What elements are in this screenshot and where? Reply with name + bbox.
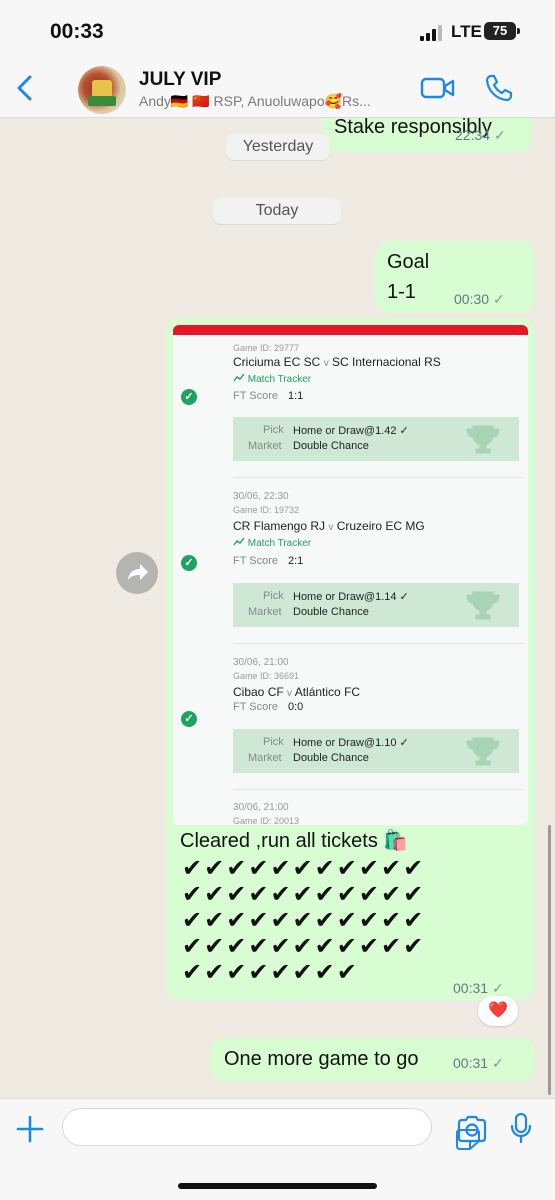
trophy-icon bbox=[466, 737, 500, 766]
message-input-bar bbox=[0, 1098, 555, 1200]
message-bubble[interactable]: Goal 1-1 00:30 ✓ bbox=[375, 241, 535, 313]
home-indicator bbox=[178, 1183, 377, 1189]
game-id: Game ID: 20013 bbox=[233, 816, 300, 825]
sent-check-icon: ✓ bbox=[493, 127, 506, 143]
date-separator-yesterday: Yesterday bbox=[226, 134, 330, 160]
chart-icon bbox=[233, 537, 245, 546]
message-meta: 22:34 ✓ bbox=[455, 127, 506, 144]
message-input[interactable] bbox=[62, 1108, 480, 1150]
sent-check-icon: ✓ bbox=[491, 1055, 504, 1071]
pick-box: Pick Home or Draw@1.14 ✓ Market Double C… bbox=[233, 583, 519, 627]
checkmark-row: ✔✔✔✔✔✔✔✔✔✔✔ bbox=[182, 933, 426, 960]
score-label: FT Score bbox=[233, 390, 279, 402]
market-label: Market bbox=[248, 440, 282, 452]
checkmark-row: ✔✔✔✔✔✔✔✔✔✔✔ bbox=[182, 881, 426, 908]
date-separator-today: Today bbox=[213, 198, 341, 224]
pick-value: Home or Draw@1.10 ✓ bbox=[293, 737, 409, 749]
group-avatar[interactable] bbox=[78, 66, 126, 114]
sent-check-icon: ✓ bbox=[491, 980, 504, 996]
match-tracker-link: Match Tracker bbox=[233, 373, 311, 385]
message-meta: 00:31 ✓ bbox=[453, 980, 504, 997]
microphone-icon[interactable] bbox=[510, 1112, 532, 1144]
pick-box: Pick Home or Draw@1.10 ✓ Market Double C… bbox=[233, 729, 519, 773]
chat-messages[interactable]: Stake responsibly 22:34 ✓ Yesterday Toda… bbox=[0, 118, 555, 1098]
won-check-icon: ✓ bbox=[181, 389, 197, 405]
market-value: Double Chance bbox=[293, 752, 369, 764]
message-meta: 00:30 ✓ bbox=[454, 291, 505, 308]
status-bar: 00:33 LTE 75 bbox=[0, 0, 555, 60]
trophy-icon bbox=[466, 591, 500, 620]
pick-label: Pick bbox=[263, 590, 284, 602]
match-teams: CR Flamengo RJ v Cruzeiro EC MG bbox=[233, 519, 425, 533]
bet-ticket-screenshot[interactable]: Game ID: 29777 Criciuma EC SC v SC Inter… bbox=[173, 325, 528, 825]
heart-reaction[interactable]: ❤️ bbox=[478, 996, 518, 1026]
trophy-icon bbox=[466, 425, 500, 454]
back-arrow-icon[interactable] bbox=[12, 72, 40, 104]
match-date: 30/06, 21:00 bbox=[233, 657, 289, 668]
won-check-icon: ✓ bbox=[181, 555, 197, 571]
network-label: LTE bbox=[451, 22, 482, 41]
phone-call-icon[interactable] bbox=[484, 73, 514, 103]
match-tracker-link: Match Tracker bbox=[233, 537, 311, 549]
checkmark-row: ✔✔✔✔✔✔✔✔✔✔✔ bbox=[182, 855, 426, 882]
pick-label: Pick bbox=[263, 424, 284, 436]
forward-button[interactable] bbox=[116, 552, 158, 594]
market-value: Double Chance bbox=[293, 606, 369, 618]
game-id: Game ID: 19732 bbox=[233, 505, 300, 515]
score-label: FT Score bbox=[233, 555, 279, 567]
message-caption: Cleared ,run all tickets 🛍️ bbox=[180, 830, 409, 852]
pick-box: Pick Home or Draw@1.42 ✓ Market Double C… bbox=[233, 417, 519, 461]
message-text: One more game to go bbox=[224, 1048, 419, 1070]
market-value: Double Chance bbox=[293, 440, 369, 452]
status-time: 00:33 bbox=[50, 20, 104, 43]
chart-icon bbox=[233, 373, 245, 382]
signal-icon bbox=[420, 25, 442, 41]
ticket-divider bbox=[233, 477, 523, 478]
chat-title[interactable]: JULY VIP bbox=[139, 69, 221, 91]
score-label: FT Score bbox=[233, 701, 279, 713]
plus-icon[interactable] bbox=[14, 1113, 46, 1145]
message-time: 00:30 bbox=[454, 291, 490, 307]
chat-members[interactable]: Andy🇩🇪 🇨🇳 RSP, Anuoluwapo🥰Rs... bbox=[139, 93, 371, 110]
checkmark-rows: ✔✔✔✔✔✔✔✔✔✔✔ ✔✔✔✔✔✔✔✔✔✔✔ ✔✔✔✔✔✔✔✔✔✔✔ ✔✔✔✔… bbox=[182, 856, 522, 986]
video-call-icon[interactable] bbox=[420, 74, 456, 102]
chat-scrollbar[interactable] bbox=[548, 825, 551, 1095]
checkmark-row: ✔✔✔✔✔✔✔✔✔✔✔ bbox=[182, 907, 426, 934]
ticket-header-bar bbox=[173, 325, 528, 335]
pick-value: Home or Draw@1.42 ✓ bbox=[293, 425, 409, 437]
pick-value: Home or Draw@1.14 ✓ bbox=[293, 591, 409, 603]
ticket-divider bbox=[233, 643, 523, 644]
match-date: 30/06, 21:00 bbox=[233, 802, 289, 813]
match-teams: Cibao CF v Atlántico FC bbox=[233, 685, 361, 699]
sent-check-icon: ✓ bbox=[492, 291, 505, 307]
ticket-divider bbox=[233, 789, 523, 790]
message-time: 22:34 bbox=[455, 127, 491, 143]
pick-label: Pick bbox=[263, 736, 284, 748]
score-value: 1:1 bbox=[288, 390, 304, 402]
score-value: 2:1 bbox=[288, 555, 304, 567]
match-date: 30/06, 22:30 bbox=[233, 491, 289, 502]
match-teams: Criciuma EC SC v SC Internacional RS bbox=[233, 355, 441, 369]
market-label: Market bbox=[248, 752, 282, 764]
game-id: Game ID: 29777 bbox=[233, 343, 300, 353]
message-time: 00:31 bbox=[453, 980, 489, 996]
message-meta: 00:31 ✓ bbox=[453, 1055, 504, 1072]
message-text: Goal bbox=[387, 251, 430, 273]
message-bubble[interactable]: One more game to go 00:31 ✓ bbox=[210, 1038, 535, 1082]
score-value: 0:0 bbox=[288, 701, 304, 713]
message-text: 1-1 bbox=[387, 281, 416, 303]
forward-arrow-icon bbox=[128, 564, 148, 580]
market-label: Market bbox=[248, 606, 282, 618]
image-message-bubble[interactable]: Game ID: 29777 Criciuma EC SC v SC Inter… bbox=[166, 318, 535, 1000]
camera-icon[interactable] bbox=[456, 1115, 488, 1143]
won-check-icon: ✓ bbox=[181, 711, 197, 727]
battery-icon: 75 bbox=[484, 22, 520, 40]
chat-header: JULY VIP Andy🇩🇪 🇨🇳 RSP, Anuoluwapo🥰Rs... bbox=[0, 60, 555, 118]
message-time: 00:31 bbox=[453, 1055, 489, 1071]
message-bubble[interactable]: Stake responsibly 22:34 ✓ bbox=[322, 118, 532, 152]
game-id: Game ID: 36691 bbox=[233, 671, 300, 681]
